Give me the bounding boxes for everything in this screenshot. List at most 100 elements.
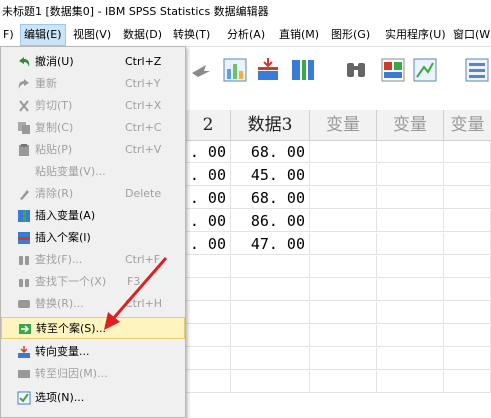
table-cell[interactable] [310, 302, 377, 324]
table-cell[interactable] [310, 164, 377, 186]
menu-item-insert-case[interactable]: 插入个案(I) [1, 227, 185, 249]
find-tool-icon[interactable] [343, 57, 369, 83]
table-cell[interactable] [310, 233, 377, 255]
table-cell[interactable] [186, 348, 231, 370]
menu-item-cut[interactable]: 剪切(T) Ctrl+X [1, 95, 185, 117]
table-cell[interactable] [444, 164, 491, 186]
table-cell[interactable] [310, 325, 377, 347]
table-cell[interactable] [377, 187, 444, 209]
menu-item-find-next[interactable]: 查找下一个(X) F3 [1, 271, 185, 293]
table-cell[interactable] [444, 233, 491, 255]
recall-dialog-icon[interactable] [188, 57, 214, 83]
menu-item-insert-variable[interactable]: 插入变量(A) [1, 205, 185, 227]
table-cell[interactable] [310, 141, 377, 163]
find-icon [19, 256, 29, 265]
menu-edit[interactable]: 编辑(E) [20, 24, 66, 46]
menu-item-paste-variables[interactable]: 粘贴变量(V)... [1, 161, 185, 183]
column-header-var[interactable]: 变量 [310, 110, 377, 141]
menu-view[interactable]: 视图(V) [70, 24, 114, 46]
table-cell[interactable] [377, 325, 444, 347]
table-cell[interactable] [186, 256, 231, 278]
insert-variable-tool-icon[interactable] [290, 57, 316, 83]
menu-item-go-to-imputation[interactable]: 转至归因(M)... [1, 363, 185, 385]
table-cell[interactable]: 45. 00 [231, 164, 310, 186]
table-cell[interactable] [310, 348, 377, 370]
table-cell[interactable] [444, 325, 491, 347]
menu-item-redo[interactable]: 重新 Ctrl+Y [1, 73, 185, 95]
table-cell[interactable] [377, 256, 444, 278]
table-cell[interactable] [231, 325, 310, 347]
table-cell[interactable] [377, 210, 444, 232]
table-cell[interactable] [310, 187, 377, 209]
table-cell[interactable]: 68. 00 [231, 187, 310, 209]
table-cell[interactable] [444, 141, 491, 163]
menu-item-find[interactable]: 查找(F)... Ctrl+F [1, 249, 185, 271]
table-cell[interactable] [377, 233, 444, 255]
menu-file[interactable]: F) [0, 24, 17, 46]
table-cell[interactable]: 47. 00 [231, 233, 310, 255]
table-cell[interactable] [444, 187, 491, 209]
table-cell[interactable] [231, 279, 310, 301]
menu-item-paste[interactable]: 粘贴(P) Ctrl+V [1, 139, 185, 161]
menu-utilities[interactable]: 实用程序(U) [382, 24, 449, 46]
table-cell[interactable] [186, 371, 231, 393]
table-cell[interactable] [310, 210, 377, 232]
column-header-data3[interactable]: 数据3 [231, 110, 310, 141]
menu-transform[interactable]: 转换(T) [170, 24, 213, 46]
menu-item-options[interactable]: 选项(N)... [1, 387, 185, 409]
table-cell[interactable]: . 00 [186, 141, 231, 163]
table-cell[interactable] [377, 141, 444, 163]
menu-direct-marketing[interactable]: 直销(M) [276, 24, 322, 46]
table-cell[interactable] [444, 210, 491, 232]
table-cell[interactable] [444, 279, 491, 301]
table-cell[interactable] [377, 348, 444, 370]
menu-item-replace[interactable]: 替换(R)... Ctrl+H [1, 293, 185, 315]
table-cell[interactable] [231, 371, 310, 393]
column-header-var[interactable]: 变量 [444, 110, 491, 141]
chart-builder-icon[interactable] [222, 57, 248, 83]
table-cell[interactable] [186, 279, 231, 301]
insert-case-tool-icon[interactable] [255, 57, 281, 83]
table-cell[interactable] [231, 302, 310, 324]
edit-menu: 撤消(U) Ctrl+Z 重新 Ctrl+Y 剪切(T) Ctrl+X 复制(C… [0, 46, 186, 418]
table-cell[interactable] [444, 371, 491, 393]
table-cell[interactable] [377, 371, 444, 393]
go-to-case-icon [19, 324, 31, 334]
table-cell[interactable]: . 00 [186, 187, 231, 209]
menu-item-go-to-variable[interactable]: 转向变量... [1, 341, 185, 363]
menu-item-undo[interactable]: 撤消(U) Ctrl+Z [1, 51, 185, 73]
table-cell[interactable] [186, 325, 231, 347]
table-cell[interactable] [310, 279, 377, 301]
table-cell[interactable] [377, 164, 444, 186]
table-cell[interactable] [444, 348, 491, 370]
table-cell[interactable] [231, 256, 310, 278]
table-cell[interactable] [444, 302, 491, 324]
menu-graphs[interactable]: 图形(G) [328, 24, 373, 46]
table-cell[interactable] [444, 256, 491, 278]
menu-window[interactable]: 窗口(W) [450, 24, 491, 46]
table-cell[interactable] [377, 302, 444, 324]
column-header-data2[interactable]: 2 [186, 110, 231, 141]
menu-data[interactable]: 数据(D) [120, 24, 165, 46]
table-cell[interactable] [186, 302, 231, 324]
menu-item-shortcut: Ctrl+Z [125, 55, 162, 68]
weight-cases-icon[interactable] [412, 57, 438, 83]
column-header-var[interactable]: 变量 [377, 110, 444, 141]
table-cell[interactable] [310, 371, 377, 393]
menu-item-copy[interactable]: 复制(C) Ctrl+C [1, 117, 185, 139]
table-cell[interactable]: 68. 00 [231, 141, 310, 163]
split-file-icon[interactable] [380, 57, 406, 83]
table-cell[interactable]: . 00 [186, 164, 231, 186]
table-cell[interactable]: . 00 [186, 233, 231, 255]
value-labels-icon[interactable] [464, 57, 490, 83]
table-cell[interactable] [377, 279, 444, 301]
table-cell[interactable]: . 00 [186, 210, 231, 232]
menu-item-label: 转至个案(S)... [36, 322, 107, 335]
table-cell[interactable] [310, 256, 377, 278]
table-cell[interactable]: 86. 00 [231, 210, 310, 232]
menu-analyze[interactable]: 分析(A) [224, 24, 268, 46]
menu-item-go-to-case[interactable]: 转至个案(S)... [1, 317, 185, 339]
table-cell[interactable] [231, 348, 310, 370]
menu-item-shortcut: Ctrl+F [125, 253, 161, 266]
menu-item-clear[interactable]: 清除(R) Delete [1, 183, 185, 205]
